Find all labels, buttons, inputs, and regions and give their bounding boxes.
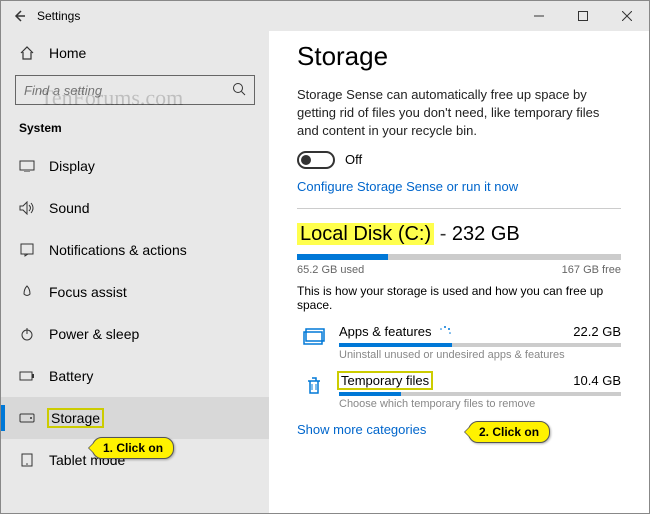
category-bar <box>339 343 621 347</box>
sidebar-home-label: Home <box>49 45 86 61</box>
sidebar-item-battery[interactable]: Battery <box>1 355 269 397</box>
sound-icon <box>19 201 35 215</box>
disk-name: Local Disk (C:) <box>297 223 434 245</box>
apps-icon <box>301 324 327 350</box>
window-title: Settings <box>37 9 517 23</box>
sidebar-item-label: Display <box>49 158 95 174</box>
disk-free-label: 167 GB free <box>562 264 621 276</box>
category-size: 10.4 GB <box>573 373 621 388</box>
close-button[interactable] <box>605 1 649 31</box>
category-bar <box>339 392 621 396</box>
divider <box>297 208 621 209</box>
display-icon <box>19 160 35 172</box>
home-icon <box>19 45 35 61</box>
sidebar-item-label: Notifications & actions <box>49 242 187 258</box>
usage-hint: This is how your storage is used and how… <box>297 284 621 312</box>
disk-size: 232 GB <box>452 223 520 245</box>
storage-icon <box>19 413 35 423</box>
tablet-icon <box>19 453 35 467</box>
category-name: Apps & features <box>339 324 452 340</box>
category-sub: Uninstall unused or undesired apps & fea… <box>339 349 621 361</box>
sidebar-item-label: Storage <box>49 410 102 426</box>
storage-sense-description: Storage Sense can automatically free up … <box>297 86 621 141</box>
sidebar-item-label: Sound <box>49 200 89 216</box>
sidebar-item-label: Focus assist <box>49 284 127 300</box>
loading-spinner-icon <box>438 325 452 339</box>
disk-usage-bar <box>297 254 621 260</box>
main-content: Storage Storage Sense can automatically … <box>269 31 649 513</box>
disk-title: Local Disk (C:) - 232 GB <box>297 223 621 246</box>
focus-assist-icon <box>19 285 35 299</box>
battery-icon <box>19 371 35 381</box>
sidebar-item-power-sleep[interactable]: Power & sleep <box>1 313 269 355</box>
category-apps-features[interactable]: Apps & features 22.2 GB Uninstall unused… <box>297 324 621 362</box>
sidebar-item-label: Battery <box>49 368 93 384</box>
toggle-label: Off <box>345 152 362 167</box>
search-input[interactable] <box>24 83 232 98</box>
sidebar-item-label: Power & sleep <box>49 326 139 342</box>
titlebar: Settings <box>1 1 649 31</box>
annotation-1: 1. Click on <box>92 437 174 459</box>
sidebar-home[interactable]: Home <box>1 35 269 71</box>
sidebar-item-storage[interactable]: Storage <box>1 397 269 439</box>
section-label: System <box>1 113 269 145</box>
category-sub: Choose which temporary files to remove <box>339 398 621 410</box>
sidebar-item-display[interactable]: Display <box>1 145 269 187</box>
maximize-button[interactable] <box>561 1 605 31</box>
sidebar-item-sound[interactable]: Sound <box>1 187 269 229</box>
minimize-button[interactable] <box>517 1 561 31</box>
configure-link[interactable]: Configure Storage Sense or run it now <box>297 179 621 194</box>
search-icon <box>232 82 246 99</box>
category-temporary-files[interactable]: Temporary files 10.4 GB Choose which tem… <box>297 373 621 410</box>
page-title: Storage <box>297 41 621 72</box>
power-icon <box>19 327 35 341</box>
back-button[interactable] <box>1 9 37 23</box>
category-name: Temporary files <box>339 373 431 388</box>
sidebar-item-notifications[interactable]: Notifications & actions <box>1 229 269 271</box>
sidebar-item-focus-assist[interactable]: Focus assist <box>1 271 269 313</box>
back-arrow-icon <box>12 9 26 23</box>
notifications-icon <box>19 243 35 257</box>
trash-icon <box>301 373 327 399</box>
search-box[interactable] <box>15 75 255 105</box>
disk-used-label: 65.2 GB used <box>297 264 364 276</box>
annotation-2: 2. Click on <box>468 421 550 443</box>
category-size: 22.2 GB <box>573 324 621 340</box>
storage-sense-toggle[interactable] <box>297 151 335 169</box>
